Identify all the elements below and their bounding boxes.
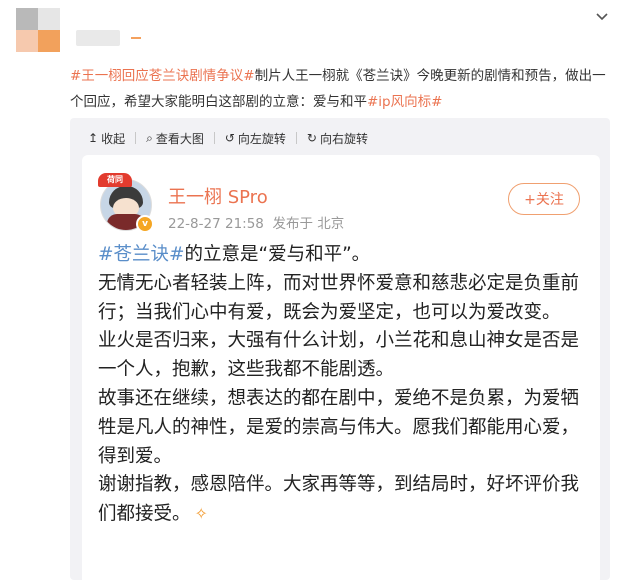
- avatar-pixel: [38, 30, 60, 52]
- body-line: 谢谢指教，感恩陪伴。大家再等等，到结局时，好坏评价我们都接受。: [98, 474, 580, 525]
- image-toolbar: ↥ 收起 ⌕ 查看大图 ↺ 向左旋转 ↻ 向右旋转: [88, 128, 368, 148]
- rotate-right-button[interactable]: ↻ 向右旋转: [307, 130, 368, 147]
- avatar-pixel: [38, 8, 60, 30]
- toolbar-divider: [135, 132, 137, 144]
- view-large-button[interactable]: ⌕ 查看大图: [146, 130, 204, 147]
- collapse-icon: ↥: [88, 131, 99, 145]
- post-hashtag[interactable]: #王一栩回应苍兰诀剧情争议#: [70, 68, 255, 84]
- body-paragraph: 谢谢指教，感恩陪伴。大家再等等，到结局时，好坏评价我们都接受。 ✧: [98, 471, 588, 529]
- follow-button[interactable]: +关注: [508, 183, 580, 215]
- cheers-emoji-icon: ✧: [194, 504, 208, 524]
- post-meta: 22-8-27 21:58 发布于 北京: [168, 212, 344, 232]
- body-paragraph: 业火是否归来，大强有什么计划，小兰花和息山神女是否是一个人，抱歉，这些我都不能剧…: [98, 330, 580, 381]
- view-large-label: 查看大图: [155, 131, 204, 146]
- search-icon: ⌕: [146, 130, 153, 145]
- body-line: 的立意是“爱与和平”。: [184, 244, 371, 265]
- poster-name[interactable]: [76, 30, 120, 46]
- author-avatar[interactable]: 荷同 v: [96, 173, 156, 233]
- rotate-left-button[interactable]: ↺ 向左旋转: [225, 130, 286, 147]
- poster-avatar[interactable]: [16, 8, 60, 52]
- author-name[interactable]: 王一栩 SPro: [168, 183, 268, 209]
- rotate-left-icon: ↺: [224, 131, 235, 145]
- chevron-down-icon[interactable]: [593, 8, 611, 26]
- collapse-image-button[interactable]: ↥ 收起: [88, 130, 125, 147]
- card-body: #苍兰诀#的立意是“爱与和平”。 无情无心者轻装上阵，而对世界怀爱意和慈悲必定是…: [98, 241, 588, 529]
- screenshot-card: 荷同 v 王一栩 SPro 22-8-27 21:58 发布于 北京 +关注 #…: [82, 155, 600, 585]
- poster-name-dash: [131, 37, 141, 39]
- avatar-pixel: [16, 30, 38, 52]
- rotate-right-icon: ↻: [306, 131, 317, 145]
- toolbar-divider: [213, 132, 215, 144]
- body-paragraph: 故事还在继续，想表达的都在剧中，爱绝不是负累，为爱牺牲是凡人的神性，是爱的崇高与…: [98, 387, 580, 467]
- body-paragraph: #苍兰诀#的立意是“爱与和平”。: [98, 241, 588, 270]
- avatar-pixel: [16, 8, 38, 30]
- rotate-left-label: 向左旋转: [237, 131, 286, 146]
- collapse-label: 收起: [101, 131, 126, 146]
- post-hashtag[interactable]: #ip风向标#: [367, 94, 442, 110]
- post-text: #王一栩回应苍兰诀剧情争议#制片人王一栩就《苍兰诀》今晚更新的剧情和预告，做出一…: [70, 63, 616, 115]
- avatar-hat: 荷同: [98, 173, 132, 187]
- verified-badge-icon: v: [136, 215, 154, 233]
- body-paragraph: 无情无心者轻装上阵，而对世界怀爱意和慈悲必定是负重前行；当我们心中有爱，既会为爱…: [98, 272, 580, 323]
- card-hashtag[interactable]: #苍兰诀#: [98, 244, 185, 265]
- post-date: 22-8-27 21:58: [168, 216, 264, 232]
- rotate-right-label: 向右旋转: [319, 131, 368, 146]
- image-viewer: ↥ 收起 ⌕ 查看大图 ↺ 向左旋转 ↻ 向右旋转 荷同 v 王一栩 SPro …: [70, 118, 610, 585]
- post-location: 发布于 北京: [272, 216, 345, 232]
- toolbar-divider: [295, 132, 297, 144]
